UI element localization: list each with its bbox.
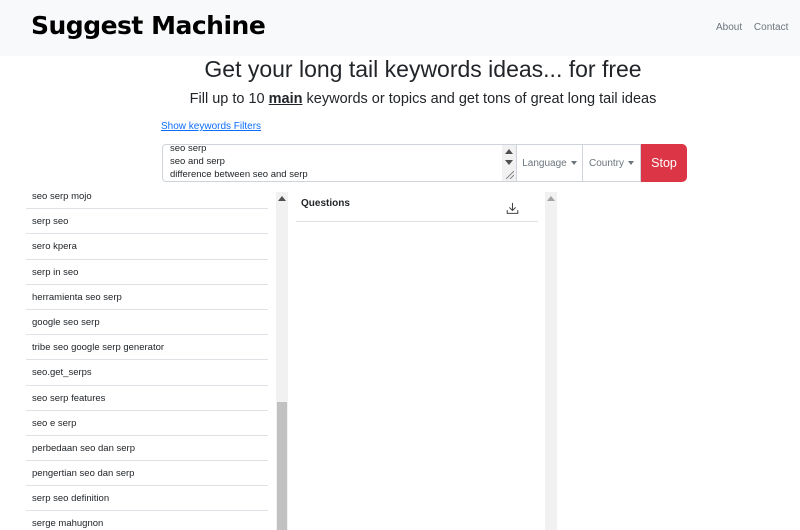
scroll-down-arrow-icon[interactable] bbox=[505, 160, 513, 165]
list-item[interactable]: serp seo definition bbox=[26, 486, 268, 512]
nav-links: About Contact E bbox=[716, 22, 800, 33]
list-item[interactable]: seo serp mojo bbox=[26, 184, 268, 210]
subtitle-text-end: keywords or topics and get tons of great… bbox=[302, 91, 657, 107]
list-item[interactable]: serp in seo bbox=[26, 260, 268, 285]
questions-title: Questions bbox=[301, 198, 350, 209]
keyword-results-list: seo serp mojo serp seo sero kpera serp i… bbox=[26, 184, 268, 530]
list-item[interactable]: sero kpera bbox=[26, 234, 268, 260]
list-item[interactable]: pengertian seo dan serp bbox=[26, 461, 268, 487]
caret-down-icon bbox=[628, 161, 634, 165]
questions-header: Questions bbox=[296, 192, 538, 222]
list-item[interactable]: seo e serp bbox=[26, 411, 268, 436]
subtitle-text-start: Fill up to 10 bbox=[189, 91, 269, 107]
list-item[interactable]: herramienta seo serp bbox=[26, 285, 268, 310]
list-item[interactable]: tribe seo google serp generator bbox=[26, 335, 268, 361]
download-icon[interactable] bbox=[506, 202, 519, 215]
site-logo[interactable]: Suggest Machine bbox=[31, 11, 266, 40]
top-navbar: Suggest Machine About Contact E bbox=[0, 0, 800, 56]
scroll-up-arrow-icon[interactable] bbox=[505, 149, 513, 154]
caret-down-icon bbox=[570, 161, 577, 165]
list-item[interactable]: google seo serp bbox=[26, 310, 268, 336]
scroll-up-arrow-icon[interactable] bbox=[547, 196, 555, 201]
show-filters-link[interactable]: Show keywords Filters bbox=[161, 121, 261, 132]
stop-button[interactable]: Stop bbox=[641, 144, 687, 182]
textarea-line: seo and serp bbox=[170, 156, 225, 167]
textarea-line: difference between seo and serp bbox=[170, 169, 308, 180]
language-label: Language bbox=[522, 157, 567, 169]
keywords-textarea[interactable]: seo serp seo and serp difference between… bbox=[162, 144, 517, 182]
keyword-list-scrollbar[interactable] bbox=[276, 192, 288, 530]
list-item[interactable]: serp seo bbox=[26, 209, 268, 235]
language-dropdown[interactable]: Language bbox=[517, 144, 583, 182]
page-title: Get your long tail keywords ideas... for… bbox=[204, 56, 642, 82]
country-label: Country bbox=[588, 157, 624, 169]
list-item[interactable]: serge mahugnon bbox=[26, 511, 268, 530]
scrollbar-thumb[interactable] bbox=[277, 402, 287, 530]
nav-about-link[interactable]: About bbox=[716, 22, 742, 33]
list-item[interactable]: seo.get_serps bbox=[26, 360, 268, 386]
page-subtitle: Fill up to 10 main keywords or topics an… bbox=[0, 91, 800, 107]
nav-contact-link[interactable]: Contact bbox=[754, 22, 788, 33]
country-dropdown[interactable]: Country bbox=[583, 144, 641, 182]
questions-scrollbar[interactable] bbox=[545, 192, 557, 530]
textarea-line: seo serp bbox=[170, 144, 207, 154]
list-item[interactable]: seo serp features bbox=[26, 386, 268, 411]
textarea-content: seo serp seo and serp difference between… bbox=[163, 144, 516, 181]
questions-panel: Questions bbox=[296, 192, 538, 222]
scroll-up-arrow-icon[interactable] bbox=[278, 196, 286, 201]
subtitle-emphasis: main bbox=[268, 91, 303, 107]
resize-grip-icon[interactable] bbox=[506, 171, 514, 179]
list-item[interactable]: perbedaan seo dan serp bbox=[26, 436, 268, 462]
